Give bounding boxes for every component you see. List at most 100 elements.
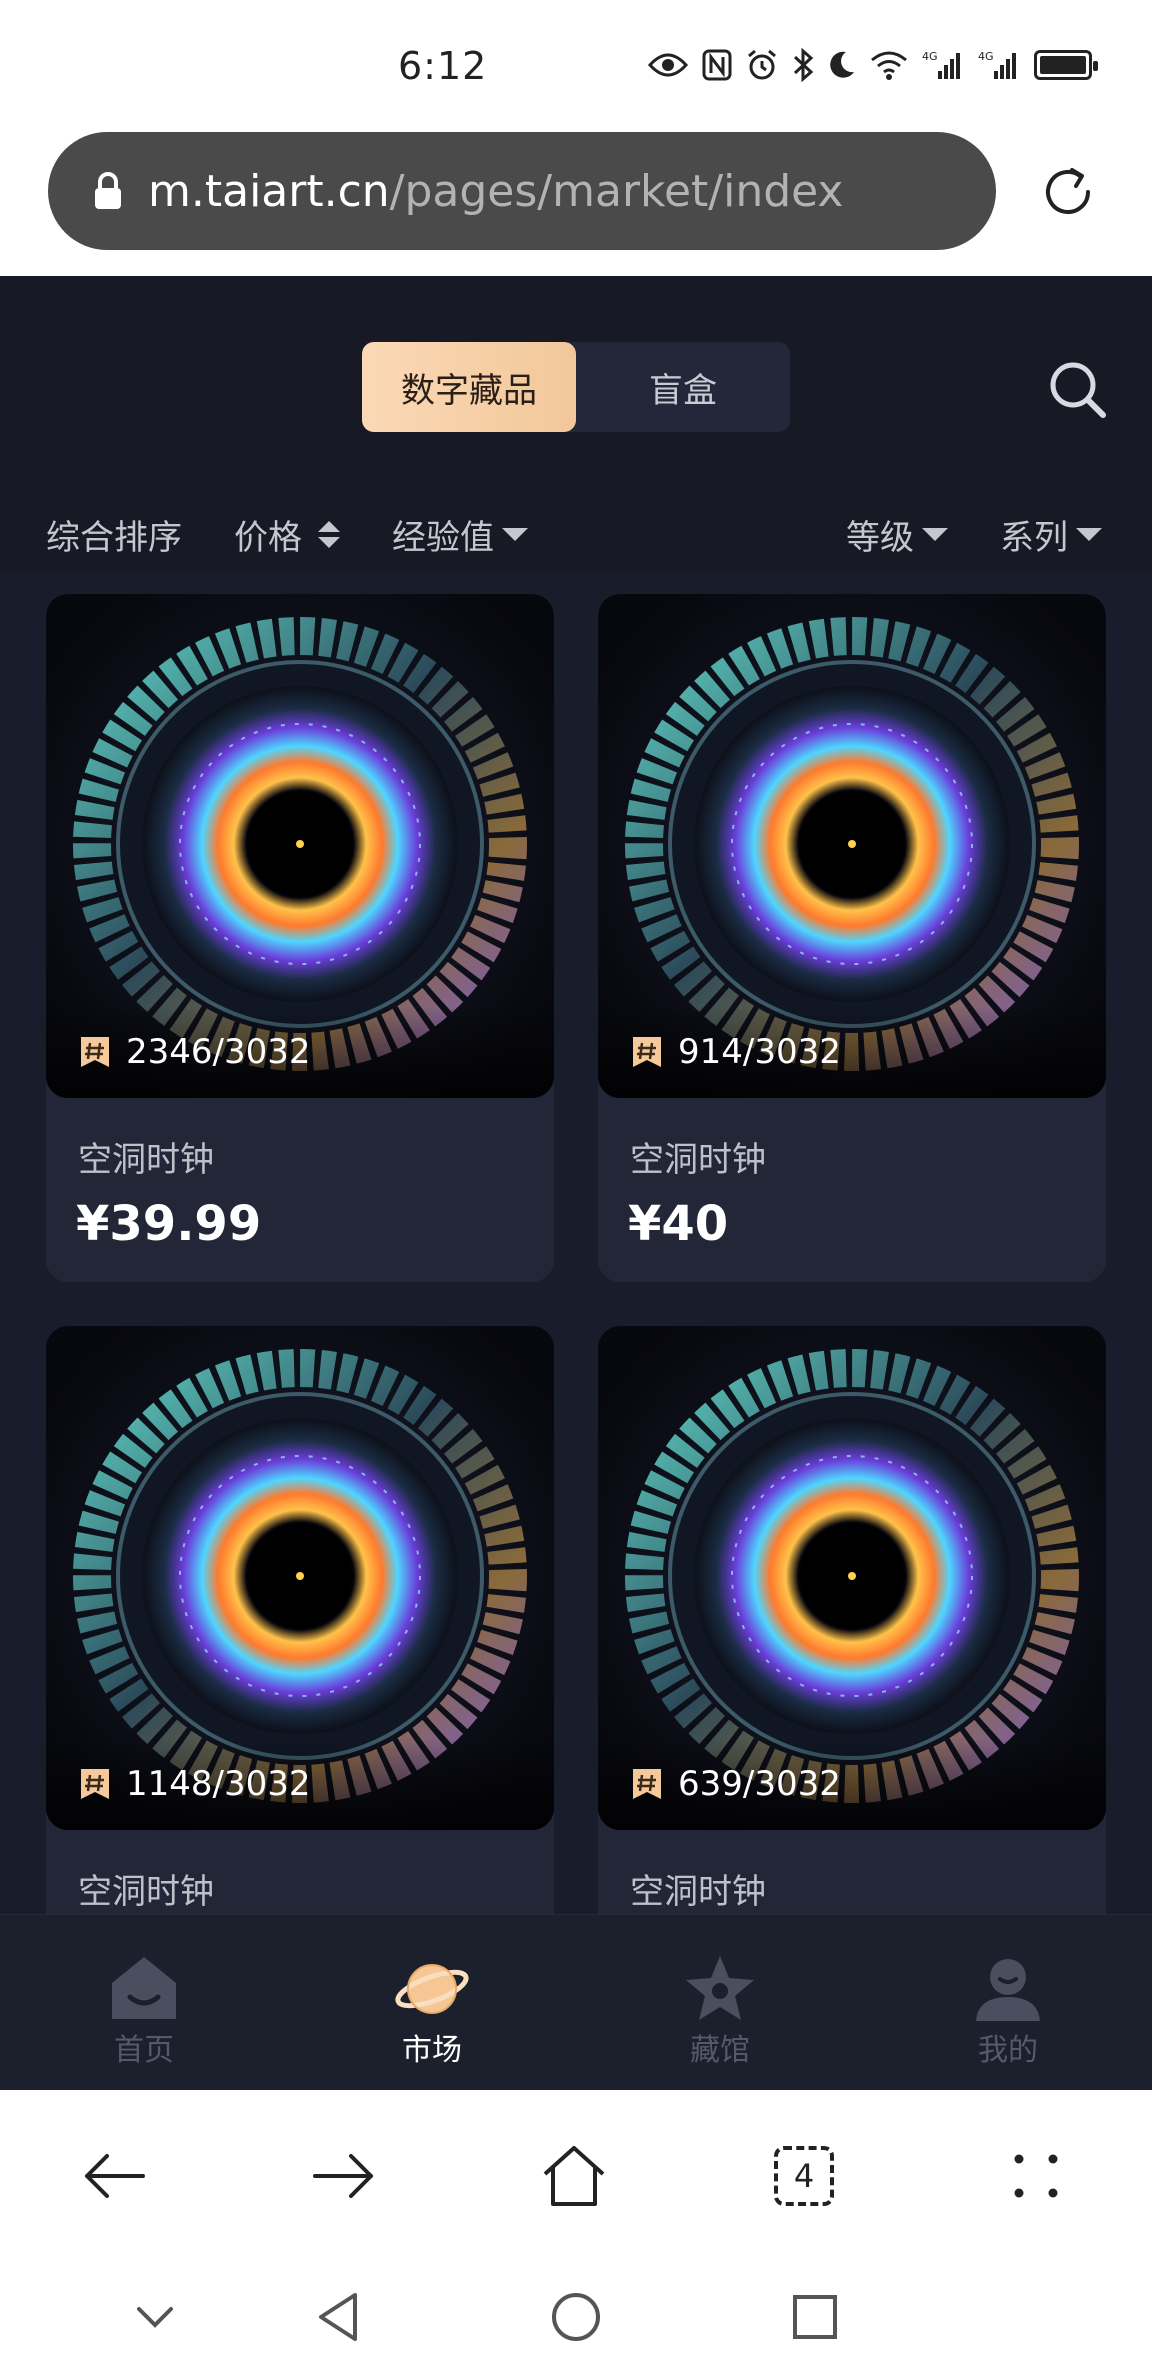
status-icons: 4G 4G [648,48,1098,82]
caret-down-icon [1076,527,1102,541]
dots-grid-icon [1014,2154,1058,2198]
edition-number: 914/3032 [678,1032,841,1072]
edition-badge-icon [633,1037,661,1067]
product-name: 空洞时钟 [630,1140,766,1180]
product-image: 2346/3032 [46,594,554,1098]
status-bar: 6:12 4G 4G [0,0,1152,130]
edition-number: 639/3032 [678,1764,841,1804]
star-icon [686,1956,754,2020]
url-path: /pages/market/index [389,165,844,217]
filter-sort-label: 综合排序 [46,517,182,558]
square-recents-icon [793,2295,837,2339]
edition-number: 1148/3032 [126,1764,311,1804]
address-bar[interactable]: m.taiart.cn/pages/market/index [48,132,996,250]
edition-strip: 639/3032 [598,1738,1106,1830]
nfc-icon [702,49,732,81]
tab-home[interactable]: 首页 [44,1915,244,2090]
product-image: 639/3032 [598,1326,1106,1830]
tab-profile-label: 我的 [978,2033,1038,2068]
tab-digital-collectibles[interactable]: 数字藏品 [362,342,576,432]
product-image: 914/3032 [598,594,1106,1098]
system-home-button[interactable] [541,2282,611,2352]
product-image: 1148/3032 [46,1326,554,1830]
filter-price[interactable]: 价格 [234,486,340,582]
circle-home-icon [552,2293,600,2341]
filter-bar: 综合排序 价格 经验值 等级 系列 [0,486,1152,582]
edition-number: 2346/3032 [126,1032,311,1072]
caret-down-icon [922,527,948,541]
category-switch: 数字藏品 盲盒 [362,342,790,432]
forward-button[interactable] [304,2136,384,2216]
filter-experience[interactable]: 经验值 [392,486,528,582]
triangle-back-icon [319,2293,357,2341]
product-price: ¥39.99 [76,1196,262,1252]
product-name: 空洞时钟 [78,1140,214,1180]
tab-collection-label: 藏馆 [690,2033,750,2068]
edition-badge-icon [81,1037,109,1067]
edition-strip: 2346/3032 [46,1006,554,1098]
url-text: m.taiart.cn/pages/market/index [148,166,843,217]
tab-home-label: 首页 [114,2033,174,2068]
reload-icon[interactable] [1036,160,1100,224]
battery-charging-icon [1034,50,1098,80]
menu-button[interactable] [996,2136,1076,2216]
filter-level[interactable]: 等级 [846,486,948,582]
product-name: 空洞时钟 [630,1872,766,1912]
product-card[interactable]: 1148/3032 空洞时钟 [46,1326,554,2014]
system-recents-button[interactable] [780,2282,850,2352]
app-tab-bar: 首页 市场 藏馆 我的 [0,1914,1152,2090]
tab-count: 4 [774,2146,834,2206]
edition-badge-icon [633,1769,661,1799]
home-button[interactable] [534,2136,614,2216]
home-tab-icon [112,1957,176,2019]
signal-4g-icon: 4G [978,49,1020,81]
filter-sort[interactable]: 综合排序 [46,486,182,582]
edition-badge-icon [81,1769,109,1799]
tab-market[interactable]: 市场 [332,1915,532,2090]
market-page: 数字藏品 盲盒 综合排序 价格 经验值 等级 系列 2346/3032 空洞时钟… [0,276,1152,2090]
edition-strip: 1148/3032 [46,1738,554,1830]
eye-icon [648,51,688,79]
signal-4g-icon: 4G [922,49,964,81]
back-button[interactable] [74,2136,154,2216]
tab-collection[interactable]: 藏馆 [620,1915,820,2090]
filter-series-label: 系列 [1000,517,1068,558]
system-nav-bar [0,2262,1152,2376]
filter-level-label: 等级 [846,517,914,558]
system-back-button[interactable] [302,2282,372,2352]
moon-icon [828,50,856,80]
caret-down-icon [502,527,528,541]
arrow-left-icon [85,2154,145,2198]
user-icon [976,1959,1040,2021]
planet-icon [395,1964,469,2014]
tab-market-label: 市场 [402,2033,462,2068]
status-time: 6:12 [398,44,488,88]
tab-blind-box[interactable]: 盲盒 [576,342,790,432]
filter-series[interactable]: 系列 [1000,486,1102,582]
tab-profile[interactable]: 我的 [908,1915,1108,2090]
product-card[interactable]: 2346/3032 空洞时钟 ¥39.99 [46,594,554,1282]
filter-experience-label: 经验值 [392,517,494,558]
arrow-right-icon [313,2154,373,2198]
browser-toolbar: 4 [0,2090,1152,2262]
tabs-button[interactable]: 4 [764,2136,844,2216]
wifi-icon [870,50,908,80]
product-card[interactable]: 914/3032 空洞时钟 ¥40 [598,594,1106,1282]
filter-price-label: 价格 [234,517,302,558]
product-grid: 2346/3032 空洞时钟 ¥39.99 914/3032 空洞时钟 ¥40 … [0,572,1152,2090]
product-price: ¥40 [628,1196,729,1252]
bluetooth-icon [792,48,814,82]
network-label: 4G [922,50,938,63]
sort-arrows-icon [318,520,340,548]
home-icon [543,2146,605,2206]
edition-strip: 914/3032 [598,1006,1106,1098]
lock-icon [95,172,121,209]
url-host: m.taiart.cn [148,165,390,217]
product-card[interactable]: 639/3032 空洞时钟 [598,1326,1106,2014]
search-icon[interactable] [1046,358,1108,420]
collapse-button[interactable] [120,2282,190,2352]
alarm-icon [746,49,778,81]
network-label: 4G [978,50,994,63]
chevron-down-icon [137,2307,173,2328]
product-name: 空洞时钟 [78,1872,214,1912]
